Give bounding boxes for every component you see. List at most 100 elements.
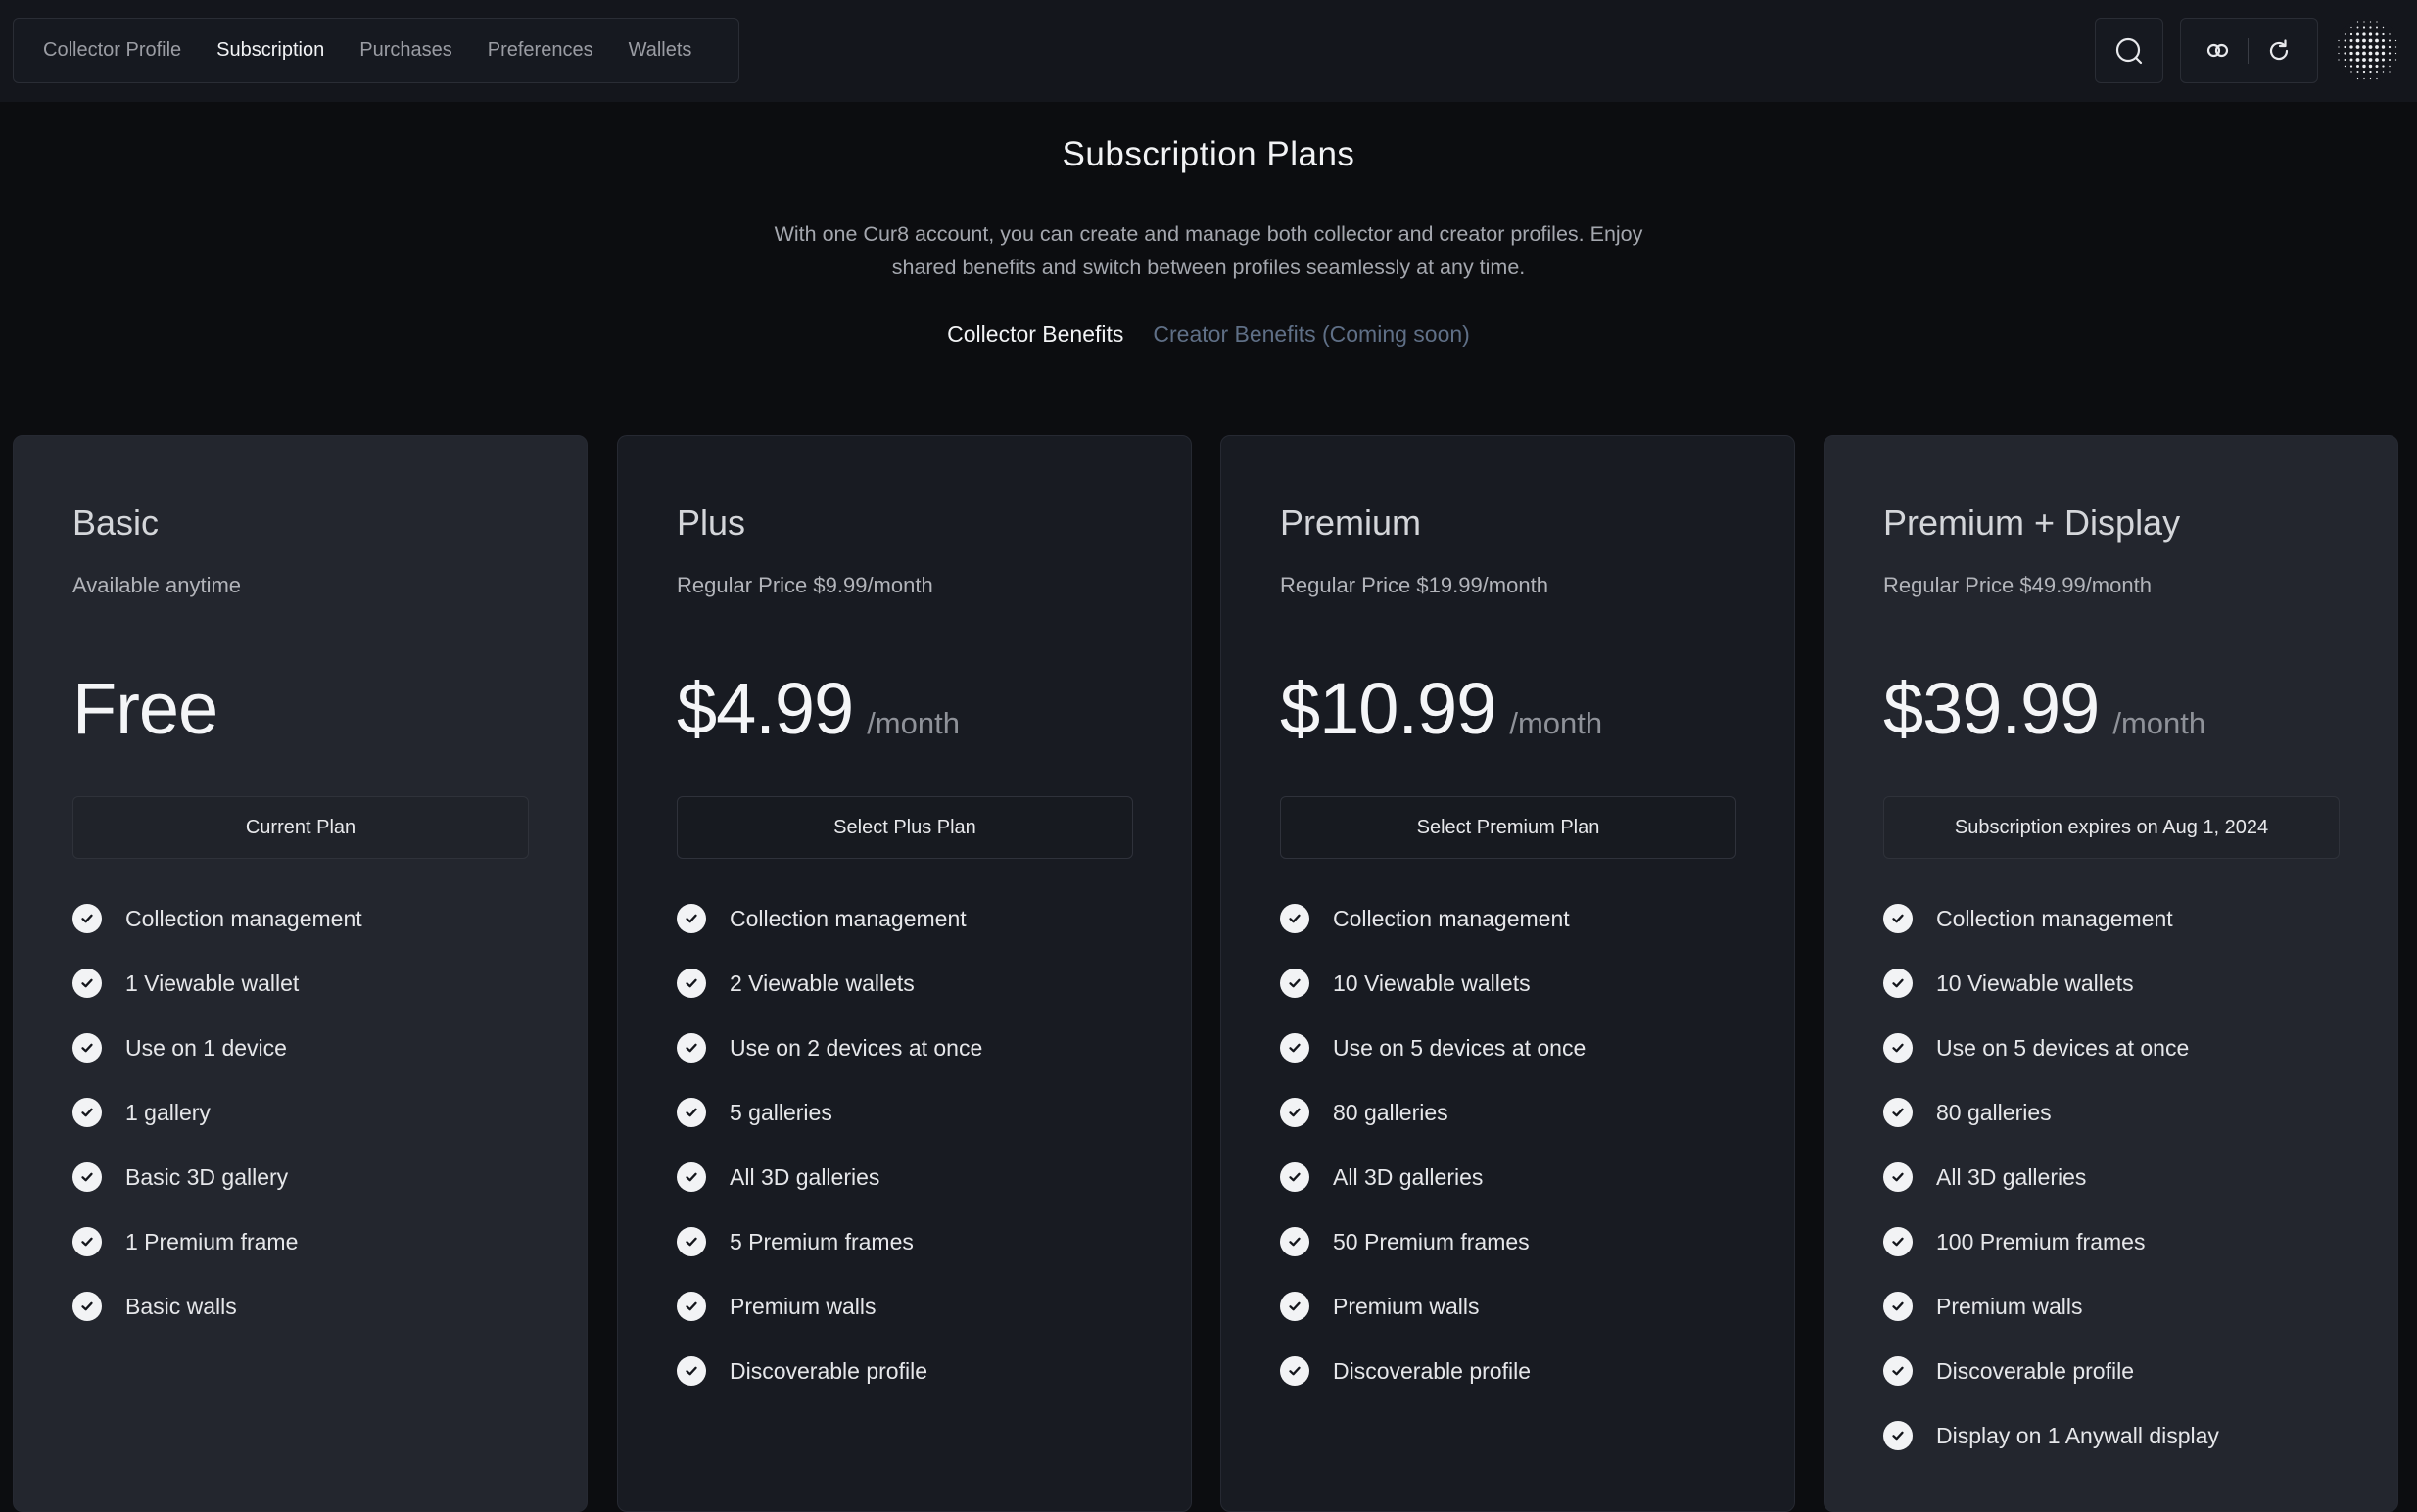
check-circle-icon [1883, 1098, 1913, 1127]
check-circle-icon [1280, 1098, 1309, 1127]
search-button[interactable] [2095, 18, 2163, 83]
header-action-group [2180, 18, 2318, 83]
tab-creator-benefits[interactable]: Creator Benefits (Coming soon) [1153, 321, 1469, 348]
feature-item: Premium walls [1883, 1274, 2219, 1339]
subscription-expiry-button[interactable]: Subscription expires on Aug 1, 2024 [1883, 796, 2340, 859]
check-circle-icon [1883, 1033, 1913, 1063]
feature-label: Use on 5 devices at once [1333, 1034, 1587, 1061]
feature-item: Use on 5 devices at once [1280, 1016, 1586, 1080]
feature-item: Discoverable profile [1883, 1339, 2219, 1403]
feature-item: 1 Viewable wallet [72, 951, 362, 1016]
plan-name: Plus [677, 502, 746, 543]
check-circle-icon [1280, 1227, 1309, 1256]
feature-label: 1 Premium frame [125, 1228, 299, 1254]
feature-label: Discoverable profile [1936, 1357, 2134, 1384]
feature-label: 5 galleries [730, 1099, 832, 1125]
plan-name: Premium [1280, 502, 1422, 543]
check-circle-icon [72, 969, 102, 998]
feature-item: 100 Premium frames [1883, 1209, 2219, 1274]
feature-item: Collection management [1280, 886, 1586, 951]
check-circle-icon [72, 904, 102, 933]
feature-item: Use on 2 devices at once [677, 1016, 982, 1080]
check-circle-icon [1883, 969, 1913, 998]
plan-period: /month [2112, 706, 2206, 740]
feature-label: Basic walls [125, 1293, 237, 1319]
feature-item: 80 galleries [1280, 1080, 1586, 1145]
feature-item: 1 Premium frame [72, 1209, 362, 1274]
feature-label: 1 Viewable wallet [125, 969, 300, 996]
check-circle-icon [72, 1033, 102, 1063]
feature-label: Use on 2 devices at once [730, 1034, 983, 1061]
feature-list: Collection management 10 Viewable wallets… [1280, 886, 1586, 1403]
feature-item: All 3D galleries [1883, 1145, 2219, 1209]
check-circle-icon [677, 1033, 706, 1063]
feature-item: All 3D galleries [677, 1145, 982, 1209]
check-circle-icon [677, 969, 706, 998]
profile-nav-tabs: Collector Profile Subscription Purchases… [13, 18, 739, 83]
check-circle-icon [72, 1098, 102, 1127]
plan-price: $4.99 [677, 668, 854, 749]
tab-preferences[interactable]: Preferences [488, 39, 593, 62]
feature-label: 5 Premium frames [730, 1228, 914, 1254]
feature-item: Discoverable profile [1280, 1339, 1586, 1403]
feature-label: Premium walls [730, 1293, 877, 1319]
plan-regular-price: Regular Price $9.99/month [677, 573, 933, 597]
plan-name: Premium + Display [1883, 502, 2181, 543]
feature-item: 5 galleries [677, 1080, 982, 1145]
plan-card-premium-display: Premium + Display Regular Price $49.99/m… [1824, 435, 2398, 1512]
select-plus-plan-button[interactable]: Select Plus Plan [677, 796, 1133, 859]
check-circle-icon [1280, 1033, 1309, 1063]
tab-subscription[interactable]: Subscription [216, 39, 324, 62]
avatar[interactable] [2335, 18, 2400, 83]
select-premium-plan-button[interactable]: Select Premium Plan [1280, 796, 1736, 859]
feature-item: Premium walls [1280, 1274, 1586, 1339]
feature-label: Use on 5 devices at once [1936, 1034, 2190, 1061]
page-subtitle: With one Cur8 account, you can create an… [774, 222, 1643, 279]
feature-label: 80 galleries [1333, 1099, 1448, 1125]
tab-purchases[interactable]: Purchases [359, 39, 452, 62]
feature-list: Collection management 1 Viewable wallet Us… [72, 886, 362, 1339]
feature-label: 100 Premium frames [1936, 1228, 2146, 1254]
feature-item: Use on 1 device [72, 1016, 362, 1080]
feature-item: Display on 1 Anywall display [1883, 1403, 2219, 1468]
check-circle-icon [677, 1356, 706, 1386]
feature-item: Collection management [1883, 886, 2219, 951]
plan-period: /month [867, 706, 960, 740]
tab-wallets[interactable]: Wallets [629, 39, 692, 62]
feature-label: Discoverable profile [1333, 1357, 1531, 1384]
feature-label: All 3D galleries [1333, 1163, 1484, 1190]
current-plan-button[interactable]: Current Plan [72, 796, 529, 859]
feature-label: 1 gallery [125, 1099, 211, 1125]
plan-card-basic: Basic Available anytime Free Current Pla… [13, 435, 588, 1512]
page-title: Subscription Plans [1062, 135, 1355, 173]
check-circle-icon [1883, 1292, 1913, 1321]
check-circle-icon [1883, 1356, 1913, 1386]
top-bar: Collector Profile Subscription Purchases… [0, 0, 2417, 102]
feature-item: Collection management [677, 886, 982, 951]
feature-label: Collection management [125, 905, 362, 931]
feature-label: Basic 3D gallery [125, 1163, 289, 1190]
check-circle-icon [677, 1227, 706, 1256]
check-circle-icon [677, 1162, 706, 1192]
refresh-icon[interactable] [2266, 38, 2292, 64]
feature-item: Discoverable profile [677, 1339, 982, 1403]
feature-item: All 3D galleries [1280, 1145, 1586, 1209]
link-icon[interactable] [2206, 39, 2230, 63]
dot-pattern-avatar-icon [2338, 21, 2397, 80]
feature-label: All 3D galleries [730, 1163, 880, 1190]
plan-card-premium: Premium Regular Price $19.99/month $10.9… [1220, 435, 1795, 1512]
plan-price: Free [72, 668, 218, 749]
plan-price-row: Free [72, 667, 218, 750]
tab-collector-benefits[interactable]: Collector Benefits [947, 321, 1123, 348]
feature-label: Discoverable profile [730, 1357, 927, 1384]
feature-list: Collection management 2 Viewable wallets U… [677, 886, 982, 1403]
plan-period: /month [1509, 706, 1603, 740]
check-circle-icon [1280, 1292, 1309, 1321]
check-circle-icon [72, 1292, 102, 1321]
feature-label: Collection management [1333, 905, 1570, 931]
divider [2248, 37, 2249, 64]
feature-item: 2 Viewable wallets [677, 951, 982, 1016]
check-circle-icon [1883, 1227, 1913, 1256]
tab-collector-profile[interactable]: Collector Profile [43, 39, 181, 62]
plan-availability: Available anytime [72, 573, 242, 597]
